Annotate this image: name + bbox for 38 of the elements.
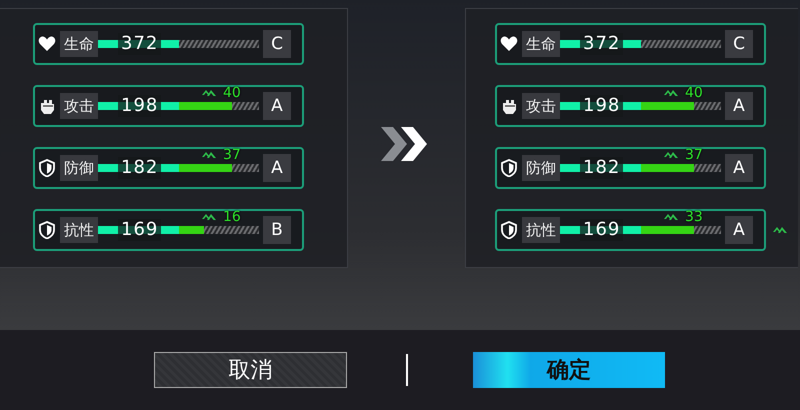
boost-value: 40 xyxy=(685,86,703,100)
grade-badge: A xyxy=(263,154,291,182)
stat-label: 防御 xyxy=(522,155,560,181)
shield-icon xyxy=(500,159,518,177)
stat-value: 198 xyxy=(118,95,162,117)
shield-icon xyxy=(38,159,56,177)
stat-label: 抗性 xyxy=(60,217,98,243)
stat-label: 攻击 xyxy=(522,93,560,119)
stat-label: 攻击 xyxy=(60,93,98,119)
grade-badge: C xyxy=(263,30,291,58)
grade-badge: A xyxy=(725,92,753,120)
cancel-button[interactable]: 取消 xyxy=(154,352,347,388)
stat-value: 372 xyxy=(580,33,624,55)
confirm-button[interactable]: 确定 xyxy=(473,352,665,388)
grade-badge: B xyxy=(263,216,291,244)
stat-label: 生命 xyxy=(60,31,98,57)
boost-value: 33 xyxy=(685,210,703,224)
heart-icon xyxy=(500,35,518,53)
grade-badge: A xyxy=(725,216,753,244)
grade-badge: A xyxy=(725,154,753,182)
boost-value: 37 xyxy=(223,148,241,162)
stat-value: 169 xyxy=(118,219,162,241)
boost-value: 37 xyxy=(685,148,703,162)
stat-label: 生命 xyxy=(522,31,560,57)
stat-value: 182 xyxy=(118,157,162,179)
stat-value: 182 xyxy=(580,157,624,179)
stat-label: 防御 xyxy=(60,155,98,181)
shield-icon xyxy=(500,221,518,239)
boost-value: 40 xyxy=(223,86,241,100)
stat-value: 169 xyxy=(580,219,624,241)
shield-icon xyxy=(38,221,56,239)
grade-badge: C xyxy=(725,30,753,58)
grade-badge: A xyxy=(263,92,291,120)
stat-label: 抗性 xyxy=(522,217,560,243)
stat-value: 372 xyxy=(118,33,162,55)
stat-value: 198 xyxy=(580,95,624,117)
boost-value: 16 xyxy=(223,210,241,224)
heart-icon xyxy=(38,35,56,53)
